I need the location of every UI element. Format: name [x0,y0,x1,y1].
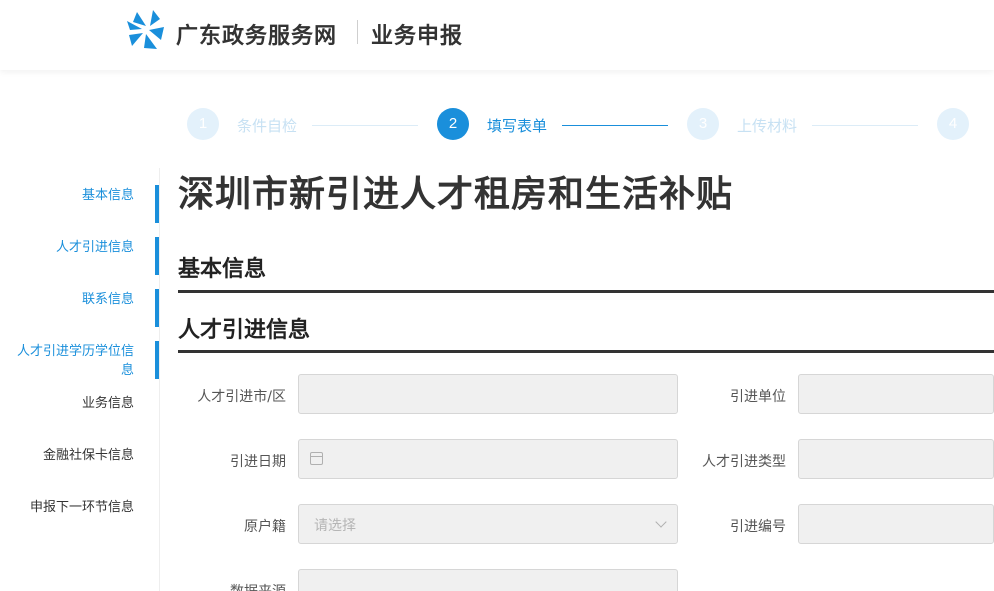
number-label: 引进编号 [730,519,786,535]
household-label: 原户籍 [244,519,286,535]
nav-item-education-info[interactable]: 人才引进学历学位信息 [14,342,134,380]
nav-item-social-card-info[interactable]: 金融社保卡信息 [14,446,134,465]
nav-indicator [155,237,159,275]
step-connector [312,125,418,126]
step-number: 4 [937,108,969,140]
section-divider [178,350,994,353]
step-progress: 1 条件自检 2 填写表单 3 上传材料 4 [0,108,994,148]
nav-item-basic-info[interactable]: 基本信息 [14,186,134,205]
page-title: 深圳市新引进人才租房和生活补贴 [178,174,734,215]
section-name: 业务申报 [371,24,464,49]
type-field[interactable] [798,439,994,479]
form-section-nav: 基本信息 人才引进信息 联系信息 人才引进学历学位信息 业务信息 金融社保卡信息… [0,168,160,591]
unit-field[interactable] [798,374,994,414]
number-field[interactable] [798,504,994,544]
household-select[interactable]: 请选择 [298,504,678,544]
step-number: 2 [437,108,469,140]
nav-item-business-info[interactable]: 业务信息 [14,394,134,413]
site-header: 广东政务服务网 业务申报 [0,0,994,70]
household-placeholder: 请选择 [314,518,356,534]
calendar-icon[interactable] [310,452,323,465]
date-label: 引进日期 [230,454,286,470]
step-number: 1 [187,108,219,140]
step-number: 3 [687,108,719,140]
step-connector [562,125,668,126]
nav-indicator [155,185,159,223]
step-label: 上传材料 [737,117,798,135]
step-label: 填写表单 [487,117,548,135]
source-field[interactable] [298,569,678,591]
type-label: 人才引进类型 [702,454,786,470]
nav-indicator [155,341,159,379]
step-label: 条件自检 [237,117,298,135]
nav-indicator [155,289,159,327]
city-label: 人才引进市/区 [197,389,286,405]
unit-label: 引进单位 [730,389,786,405]
date-field[interactable] [298,439,678,479]
brand-name[interactable]: 广东政务服务网 [176,18,337,50]
step-connector [812,125,918,126]
chevron-down-icon[interactable] [655,516,667,528]
nav-item-next-step-info[interactable]: 申报下一环节信息 [14,498,134,517]
source-label: 数据来源 [188,581,286,591]
section-heading-talent: 人才引进信息 [178,318,311,343]
guangdong-gov-logo-icon[interactable] [127,10,165,50]
brand-divider [357,20,358,44]
nav-item-talent-info[interactable]: 人才引进信息 [14,238,134,257]
section-heading-basic: 基本信息 [178,257,267,282]
section-divider [178,290,994,293]
city-field[interactable] [298,374,678,414]
nav-item-contact-info[interactable]: 联系信息 [14,290,134,309]
